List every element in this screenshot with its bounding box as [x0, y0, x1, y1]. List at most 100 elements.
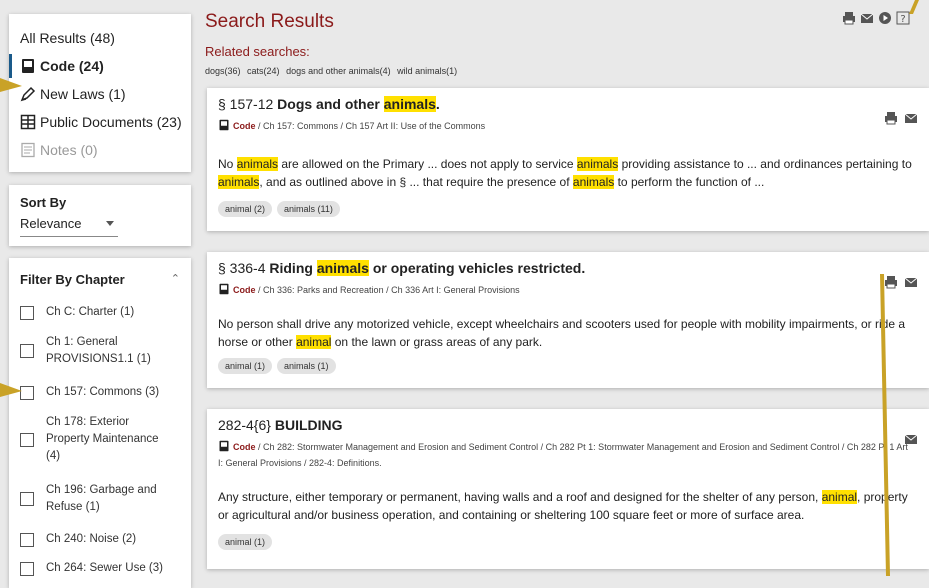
book-icon	[22, 59, 34, 73]
checkbox[interactable]	[20, 492, 34, 506]
filter-chapter-196[interactable]: Ch 196: Garbage and Refuse (1)	[20, 482, 185, 516]
filter-public-documents[interactable]: Public Documents (23)	[9, 108, 191, 136]
checkbox[interactable]	[20, 344, 34, 358]
result-tools	[884, 275, 918, 289]
filter-chapter-1[interactable]: Ch 1: General PROVISIONS1.1 (1)	[20, 334, 185, 368]
term-tag[interactable]: animal (1)	[218, 358, 273, 374]
sort-label: Sort By	[20, 195, 67, 210]
highlight: animals	[236, 157, 279, 171]
result-title-text: BUILDING	[274, 417, 343, 433]
result-title-text: or operating vehicles restricted.	[368, 260, 586, 276]
result-breadcrumb: Code / Ch 157: Commons / Ch 157 Art II: …	[218, 118, 485, 134]
result-section-number: § 157-12	[218, 96, 274, 112]
checkbox[interactable]	[20, 532, 34, 547]
filter-chapter-157[interactable]: Ch 157: Commons (3)	[20, 384, 185, 401]
notes-label: Notes (0)	[40, 142, 98, 158]
book-icon	[219, 440, 229, 452]
related-search-link[interactable]: dogs and other animals(4)	[286, 66, 391, 76]
search-result-card: 282-4{6} BUILDING Code / Ch 282: Stormwa…	[207, 409, 929, 569]
email-icon[interactable]	[860, 11, 874, 25]
breadcrumb-path[interactable]: / Ch 157: Commons / Ch 157 Art II: Use o…	[256, 121, 485, 131]
filter-chapter-240[interactable]: Ch 240: Noise (2)	[20, 531, 185, 548]
filter-chapter-c[interactable]: Ch C: Charter (1)	[20, 304, 185, 321]
term-tag[interactable]: animals (1)	[277, 358, 336, 374]
related-search-link[interactable]: cats(24)	[247, 66, 280, 76]
checkbox[interactable]	[20, 305, 34, 320]
highlight: animals	[218, 175, 260, 189]
result-title[interactable]: § 157-12 Dogs and other animals.	[218, 96, 440, 112]
search-result-card: § 336-4 Riding animals or operating vehi…	[207, 252, 929, 388]
book-icon	[219, 119, 229, 131]
filter-chapter-label: Ch C: Charter (1)	[46, 306, 135, 318]
related-search-link[interactable]: wild animals(1)	[397, 66, 457, 76]
result-title-highlight: animals	[316, 260, 369, 276]
result-section-number: 282-4{6}	[218, 417, 271, 433]
term-tag[interactable]: animal (1)	[218, 534, 273, 550]
filter-new-laws[interactable]: New Laws (1)	[9, 80, 191, 108]
filter-all-results[interactable]: All Results (48)	[9, 24, 191, 52]
checkbox[interactable]	[20, 385, 34, 400]
book-icon	[219, 283, 229, 295]
result-tags: animal (1) animals (1)	[218, 358, 336, 374]
filter-code[interactable]: Code (24)	[9, 52, 191, 80]
results-type-panel: All Results (48) Code (24) New Laws (1) …	[9, 14, 191, 172]
result-title[interactable]: § 336-4 Riding animals or operating vehi…	[218, 260, 585, 276]
checkbox[interactable]	[20, 561, 34, 576]
filter-notes[interactable]: Notes (0)	[9, 136, 191, 164]
code-link[interactable]: Code	[233, 285, 256, 295]
filter-chapter-label: Ch 240: Noise (2)	[46, 533, 137, 545]
result-title-text: Dogs and other	[277, 96, 384, 112]
caret-down-icon	[106, 221, 114, 226]
print-icon[interactable]	[884, 111, 898, 125]
highlight: animals	[576, 157, 619, 171]
sort-panel: Sort By Relevance	[9, 185, 191, 246]
result-tags: animal (2) animals (11)	[218, 201, 340, 217]
filter-title: Filter By Chapter	[20, 272, 125, 287]
filter-chapter-264[interactable]: Ch 264: Sewer Use (3)	[20, 560, 185, 577]
sort-select[interactable]: Relevance	[20, 216, 118, 237]
new-laws-label: New Laws (1)	[40, 86, 126, 102]
result-snippet: No animals are allowed on the Primary ..…	[218, 157, 912, 189]
result-snippet: Any structure, either temporary or perma…	[218, 490, 908, 522]
public-documents-label: Public Documents (23)	[40, 114, 182, 130]
result-title-text: Riding	[269, 260, 317, 276]
header-toolbar: ?	[842, 11, 910, 25]
code-link[interactable]: Code	[233, 442, 256, 452]
term-tag[interactable]: animal (2)	[218, 201, 273, 217]
grid-icon	[20, 114, 36, 130]
related-searches-label: Related searches:	[205, 44, 310, 59]
result-section-number: § 336-4	[218, 260, 266, 276]
result-title[interactable]: 282-4{6} BUILDING	[218, 417, 343, 433]
breadcrumb-path[interactable]: / Ch 282: Stormwater Management and Eros…	[218, 442, 908, 468]
code-label: Code (24)	[40, 58, 104, 74]
all-results-label: All Results (48)	[20, 30, 115, 46]
print-icon[interactable]	[842, 11, 856, 25]
highlight: animal	[821, 490, 858, 504]
term-tag[interactable]: animals (11)	[277, 201, 340, 217]
play-icon[interactable]	[878, 11, 892, 25]
filter-chapter-178[interactable]: Ch 178: Exterior Property Maintenance (4…	[20, 414, 185, 465]
result-breadcrumb: Code / Ch 336: Parks and Recreation / Ch…	[218, 282, 520, 298]
result-tools	[884, 111, 918, 125]
result-title-highlight: animals	[383, 96, 436, 112]
search-result-card: § 157-12 Dogs and other animals. Code / …	[207, 88, 929, 231]
email-icon[interactable]	[904, 111, 918, 125]
pen-icon	[20, 86, 36, 102]
filter-chapter-label: Ch 196: Garbage and Refuse (1)	[46, 484, 157, 513]
chevron-up-icon[interactable]: ⌃	[171, 272, 180, 285]
code-link[interactable]: Code	[233, 121, 256, 131]
filter-chapter-label: Ch 178: Exterior Property Maintenance (4…	[46, 416, 159, 462]
email-icon[interactable]	[904, 275, 918, 289]
print-icon[interactable]	[884, 275, 898, 289]
notes-icon	[21, 142, 35, 158]
related-search-link[interactable]: dogs(36)	[205, 66, 241, 76]
result-tags: animal (1)	[218, 534, 273, 550]
help-icon[interactable]: ?	[896, 11, 910, 25]
highlight: animals	[572, 175, 615, 189]
filter-chapter-label: Ch 264: Sewer Use (3)	[46, 562, 163, 574]
checkbox[interactable]	[20, 432, 34, 447]
result-title-text: .	[435, 96, 440, 112]
sort-value: Relevance	[20, 216, 82, 231]
breadcrumb-path[interactable]: / Ch 336: Parks and Recreation / Ch 336 …	[256, 285, 520, 295]
highlight: animal	[296, 335, 332, 349]
